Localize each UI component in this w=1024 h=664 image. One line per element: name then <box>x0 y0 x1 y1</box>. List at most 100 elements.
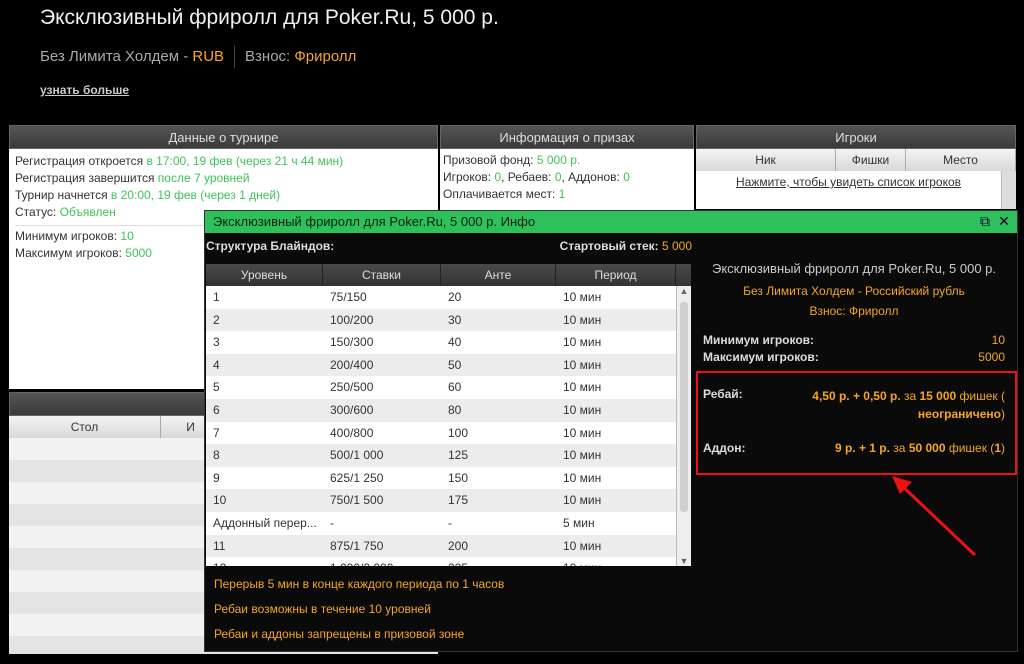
blind-cell: 10 <box>213 493 227 508</box>
blind-cell: - <box>330 515 334 530</box>
period-col-header[interactable]: Период <box>556 264 676 286</box>
blind-cell: 60 <box>448 380 462 395</box>
blind-cell: 400/800 <box>330 425 374 440</box>
blind-cell: 40 <box>448 335 462 350</box>
players-panel: Игроки Ник Фишки Место Нажмите, чтобы ув… <box>696 125 1016 209</box>
reg-close-line: Регистрация завершится после 7 уровней <box>15 171 250 185</box>
blind-cell: 300/600 <box>330 402 374 417</box>
blind-cell: 200/400 <box>330 357 374 372</box>
blind-cell: 875/1 750 <box>330 538 384 553</box>
fee-value: Фриролл <box>294 47 357 65</box>
blind-cell: 150 <box>448 470 469 485</box>
blind-cell: 11 <box>213 538 226 553</box>
popout-icon[interactable]: ⧉ <box>977 213 993 229</box>
close-icon[interactable]: ✕ <box>996 213 1012 229</box>
blind-cell: 10 мин <box>556 557 676 566</box>
ante-col-header[interactable]: Анте <box>441 264 556 286</box>
blind-row: 4 200/400 50 10 мин <box>206 353 676 377</box>
blind-cell: - <box>448 515 452 530</box>
blind-row: 121 000/2 00022510 мин <box>206 557 676 566</box>
note-rebuys: Ребаи возможны в течение 10 уровней <box>214 602 431 616</box>
prize-panel-title: Информация о призах <box>440 125 694 149</box>
chips-col-header[interactable]: Фишки <box>836 149 906 171</box>
info-max-players: Максимум игроков: 5000 <box>703 350 1005 364</box>
blind-row: 9 625/1 250 150 10 мин <box>206 466 676 490</box>
blind-cell: 10 мин <box>563 312 602 327</box>
blind-cell: 125 <box>448 448 469 463</box>
blind-cell: 10 мин <box>563 380 602 395</box>
blind-structure-label: Структура Блайндов: <box>206 239 335 253</box>
blinds-table: Уровень Ставки Анте Период 1 75/150 20 10 м… <box>206 264 691 566</box>
game-type: Без Лимита Холдем - <box>40 47 193 65</box>
blind-cell: 225 <box>441 557 556 566</box>
blind-cell: 1 000/2 000 <box>323 557 441 566</box>
blind-cell: 100 <box>448 425 469 440</box>
blind-cell: 1 <box>213 290 220 304</box>
blind-cell: 10 мин <box>563 357 602 372</box>
show-players-link[interactable]: Нажмите, чтобы увидеть список игроков <box>696 171 1001 209</box>
blind-row: 5 250/500 60 10 мин <box>206 376 676 399</box>
blind-cell: 175 <box>448 493 469 508</box>
blind-cell: 100/200 <box>330 312 374 327</box>
scroll-up-icon[interactable]: ▲ <box>677 286 691 296</box>
blind-cell: 7 <box>213 425 220 440</box>
annotation-arrow <box>892 476 977 557</box>
fee-label: Взнос: <box>245 47 291 65</box>
scroll-thumb[interactable] <box>680 302 688 512</box>
note-restriction: Ребаи и аддоны запрещены в призовой зоне <box>214 627 465 641</box>
page-title: Эксклюзивный фриролл для Poker.Ru, 5 000… <box>40 6 499 29</box>
blind-cell: 9 <box>213 470 220 485</box>
notes: Перерыв 5 мин в конце каждого периода по… <box>214 572 504 647</box>
players-scrollbar[interactable] <box>1001 171 1016 209</box>
note-break: Перерыв 5 мин в конце каждого периода по… <box>214 577 505 591</box>
highlight-box <box>696 371 1017 475</box>
learn-more-link[interactable]: узнать больше <box>40 83 129 97</box>
dialog-titlebar: Эксклюзивный фриролл для Poker.Ru, 5 000… <box>205 211 1017 233</box>
blind-cell: 500/1 000 <box>330 448 384 463</box>
blind-row: 2 100/200 30 10 мин <box>206 308 676 332</box>
start-line: Турнир начнется в 20:00, 19 фев (через 1… <box>15 188 281 202</box>
player-limits: Минимум игроков: 10 Максимум игроков: 5000 <box>703 333 1005 364</box>
prize-fund-line: Призовой фонд: 5 000 р. <box>443 153 581 167</box>
blind-row: 3 150/300 40 10 мин <box>206 331 676 354</box>
blind-cell: 200 <box>448 538 469 553</box>
prize-panel: Информация о призах Призовой фонд: 5 000… <box>440 125 694 211</box>
blind-cell: 30 <box>448 312 462 327</box>
blind-cell: 12 <box>206 557 323 566</box>
blind-row: 11 875/1 750 200 10 мин <box>206 534 676 558</box>
blind-row: Аддонный перер... - -5 мин <box>206 511 676 535</box>
counts-line: Игроков: 0, Ребаев: 0, Аддонов: 0 <box>443 170 630 184</box>
blind-cell: 10 мин <box>563 493 602 508</box>
blind-cell: 5 мин <box>563 515 595 530</box>
blind-cell: 10 мин <box>563 470 602 485</box>
stakes-col-header[interactable]: Ставки <box>323 264 441 286</box>
blind-cell: 5 <box>213 380 220 395</box>
place-col-header[interactable]: Место <box>906 149 1016 171</box>
blind-cell: 10 мин <box>563 448 602 463</box>
blind-row: 8 500/1 000 125 10 мин <box>206 444 676 467</box>
blind-cell: 10 мин <box>563 425 602 440</box>
scroll-down-icon[interactable]: ▼ <box>677 556 691 566</box>
level-col-header[interactable]: Уровень <box>206 264 323 286</box>
blind-cell: 625/1 250 <box>330 470 384 485</box>
info-fee: Взнос: Фриролл <box>809 304 899 318</box>
info-game: Без Лимита Холдем - Российский рубль <box>743 284 965 298</box>
start-stack: Стартовый стек: 5 000 <box>559 239 692 253</box>
blind-cell: 3 <box>213 335 220 350</box>
blind-cell: 8 <box>213 448 220 463</box>
blind-cell: 10 мин <box>563 538 602 553</box>
info-title: Эксклюзивный фриролл для Poker.Ru, 5 000… <box>711 261 997 276</box>
paid-places-line: Оплачивается мест: 1 <box>443 187 566 201</box>
blind-row: 7 400/800 100 10 мин <box>206 421 676 445</box>
info-summary: Эксклюзивный фриролл для Poker.Ru, 5 000… <box>703 261 1005 318</box>
blind-cell: 50 <box>448 357 462 372</box>
blind-cell: 750/1 500 <box>330 493 384 508</box>
nick-col-header[interactable]: Ник <box>696 149 836 171</box>
players-panel-title: Игроки <box>696 125 1016 149</box>
blind-cell: 20 <box>448 290 462 304</box>
table-col-header[interactable]: Стол <box>9 416 161 438</box>
dialog-title: Эксклюзивный фриролл для Poker.Ru, 5 000… <box>213 214 536 229</box>
blind-cell: 150/300 <box>330 335 374 350</box>
info-min-players: Минимум игроков: 10 <box>703 333 1005 347</box>
blinds-scrollbar[interactable]: ▲ ▼ <box>676 286 691 566</box>
